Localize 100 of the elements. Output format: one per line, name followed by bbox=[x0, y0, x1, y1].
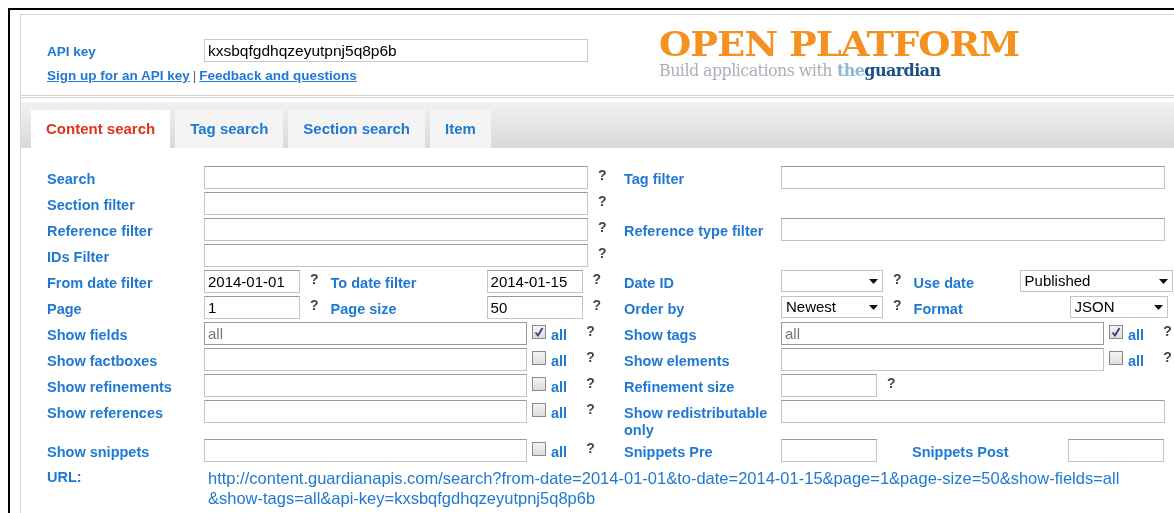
text-field[interactable] bbox=[781, 374, 877, 397]
checkbox-label: all bbox=[551, 326, 568, 344]
brand-wordmark: theguardian bbox=[836, 61, 941, 81]
dropdown[interactable]: JSON bbox=[1069, 296, 1168, 318]
text-field[interactable] bbox=[781, 218, 1165, 241]
help-icon[interactable]: ? bbox=[1163, 322, 1172, 340]
checkbox-label: all bbox=[1128, 352, 1145, 370]
api-key-field[interactable]: kxsbqfgdhqzeyutpnj5q8p6b bbox=[204, 39, 588, 63]
tab[interactable]: Tag search bbox=[175, 110, 284, 148]
help-icon[interactable]: ? bbox=[586, 400, 595, 418]
text-field[interactable] bbox=[204, 218, 588, 241]
request-url-link[interactable]: http://content.guardianapis.com/search?from-date=2014-01-01&to-date=2014-01-15&page=1&page-size=50&show-fields=all&show-tags=all&api-key=kxsbqfgdhqzeyutpnj5q8p6b bbox=[208, 467, 1126, 508]
help-icon[interactable]: ? bbox=[1163, 348, 1172, 366]
help-icon[interactable]: ? bbox=[592, 296, 602, 314]
logo-title: OPEN PLATFORM bbox=[659, 26, 1020, 62]
help-icon[interactable]: ? bbox=[310, 296, 319, 314]
help-icon[interactable]: ? bbox=[586, 348, 595, 366]
link-separator: | bbox=[192, 67, 197, 86]
text-field[interactable]: 50 bbox=[486, 296, 583, 319]
checkbox-label: all bbox=[551, 378, 568, 396]
checkbox-label: all bbox=[551, 352, 568, 370]
help-icon[interactable]: ? bbox=[598, 192, 607, 210]
field-label: Refinement size bbox=[624, 378, 736, 396]
help-icon[interactable]: ? bbox=[887, 374, 896, 392]
link[interactable]: Sign up for an API key bbox=[47, 66, 190, 87]
help-icon[interactable]: ? bbox=[893, 270, 902, 288]
field-label: Show references bbox=[47, 404, 165, 422]
field-label: Snippets Post bbox=[912, 443, 1010, 461]
help-icon[interactable]: ? bbox=[598, 218, 607, 236]
text-field[interactable] bbox=[204, 244, 588, 267]
text-field[interactable] bbox=[204, 192, 588, 215]
field-label: Search bbox=[47, 170, 97, 188]
text-field[interactable] bbox=[781, 439, 877, 462]
checkbox-label: all bbox=[551, 443, 568, 461]
field-label: Reference type filter bbox=[624, 222, 765, 240]
field-label: URL: bbox=[47, 468, 83, 487]
logo-tagline: Build applications with bbox=[659, 61, 832, 81]
help-icon[interactable]: ? bbox=[592, 270, 602, 288]
field-label: Show refinements bbox=[47, 378, 173, 396]
help-icon[interactable]: ? bbox=[893, 296, 902, 314]
field-label: Date ID bbox=[624, 274, 675, 292]
field-label: Show fields bbox=[47, 326, 129, 344]
help-icon[interactable]: ? bbox=[586, 374, 595, 392]
tab[interactable]: Section search bbox=[288, 110, 425, 148]
field-label: Page size bbox=[330, 300, 398, 318]
field-label: To date filter bbox=[330, 274, 418, 292]
help-icon[interactable]: ? bbox=[586, 322, 595, 340]
help-icon[interactable]: ? bbox=[310, 270, 319, 288]
text-field[interactable] bbox=[204, 400, 527, 423]
caret-icon bbox=[869, 278, 878, 284]
field-label: Show snippets bbox=[47, 443, 151, 461]
checkbox[interactable] bbox=[1109, 351, 1123, 365]
field-label: Order by bbox=[624, 300, 686, 318]
checkbox[interactable] bbox=[532, 403, 546, 417]
dropdown[interactable]: Published bbox=[1019, 270, 1173, 292]
dropdown[interactable]: Newest bbox=[781, 296, 883, 318]
caret-icon bbox=[1153, 304, 1163, 310]
checkbox[interactable] bbox=[532, 377, 546, 391]
field-label: Page bbox=[47, 300, 83, 318]
text-field[interactable] bbox=[204, 439, 527, 462]
field-label: Snippets Pre bbox=[624, 443, 714, 461]
field-label: API key bbox=[47, 43, 97, 61]
field-label: Tag filter bbox=[624, 170, 686, 188]
field-label: Section filter bbox=[47, 196, 136, 214]
checkbox[interactable] bbox=[532, 442, 546, 456]
field-label: Show tags bbox=[624, 326, 698, 344]
field-label: Show factboxes bbox=[47, 352, 159, 370]
caret-icon bbox=[1158, 278, 1168, 284]
tab[interactable]: Content search bbox=[31, 110, 171, 148]
checkmark-icon bbox=[534, 327, 544, 337]
text-field[interactable]: 2014-01-01 bbox=[204, 270, 300, 293]
text-field[interactable] bbox=[781, 348, 1104, 371]
text-field[interactable] bbox=[1068, 439, 1164, 462]
checkbox[interactable] bbox=[1109, 325, 1123, 339]
checkmark-icon bbox=[1111, 327, 1121, 337]
text-field[interactable] bbox=[204, 166, 588, 189]
text-field[interactable] bbox=[781, 400, 1165, 423]
help-icon[interactable]: ? bbox=[598, 244, 607, 262]
help-icon[interactable]: ? bbox=[586, 439, 595, 457]
text-field[interactable]: 1 bbox=[204, 296, 300, 319]
caret-icon bbox=[869, 304, 878, 310]
field-label: Show elements bbox=[624, 352, 731, 370]
help-icon[interactable]: ? bbox=[598, 166, 607, 184]
link[interactable]: Feedback and questions bbox=[199, 66, 357, 87]
field-label: Reference filter bbox=[47, 222, 154, 240]
tab[interactable]: Item bbox=[430, 110, 491, 148]
dropdown[interactable] bbox=[781, 270, 883, 292]
checkbox[interactable] bbox=[532, 325, 546, 339]
text-field[interactable] bbox=[204, 348, 527, 371]
text-field[interactable]: 2014-01-15 bbox=[486, 270, 583, 293]
checkbox[interactable] bbox=[532, 351, 546, 365]
field-label: IDs Filter bbox=[47, 248, 111, 266]
checkbox-label: all bbox=[1128, 326, 1145, 344]
checkbox-label: all bbox=[551, 404, 568, 422]
text-field[interactable] bbox=[204, 374, 527, 397]
text-field[interactable] bbox=[781, 166, 1165, 189]
field-label: From date filter bbox=[47, 274, 154, 292]
field-label: Format bbox=[913, 300, 964, 318]
field-label: Use date bbox=[913, 274, 975, 292]
field-label: Show redistributable only bbox=[624, 404, 769, 439]
